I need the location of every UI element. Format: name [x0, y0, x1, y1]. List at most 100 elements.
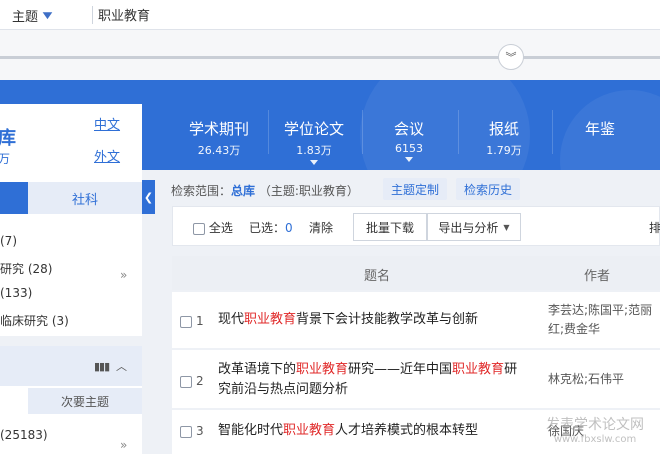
search-scope: 检索范围：总库 （主题:职业教育）	[171, 182, 359, 199]
result-title-link[interactable]: 改革语境下的职业教育研究——近年中国职业教育研究前沿与热点问题分析	[218, 360, 530, 400]
title-text: 背景下会计技能教学改革与创新	[296, 312, 479, 327]
sidebar-collapse-button[interactable]: ❮	[142, 180, 155, 214]
tab-newspapers[interactable]: 报纸 1.79万	[464, 118, 544, 158]
row-number: 1	[196, 314, 204, 328]
title-highlight: 职业教育	[283, 423, 336, 438]
result-authors[interactable]: 李芸达;陈国平;范丽红;费金华	[548, 301, 660, 339]
row-number: 2	[196, 374, 204, 388]
export-analyze-label: 导出与分析	[438, 220, 499, 235]
search-field-label: 主题	[12, 10, 39, 25]
library-count: 万	[0, 152, 11, 166]
column-title[interactable]: 题名	[364, 265, 390, 284]
tab-count: 1.83万	[296, 144, 332, 157]
section-header[interactable]: ▮▮▮ ︿	[0, 346, 142, 386]
chevron-down-icon: ▼	[42, 10, 53, 21]
divider	[92, 6, 93, 24]
watermark: 发表学术论文网 www.fbxslw.com	[546, 414, 644, 445]
search-history-button[interactable]: 检索历史	[456, 178, 521, 200]
language-chinese-link[interactable]: 中文	[94, 114, 120, 133]
title-text: 研究——近年中国	[348, 362, 453, 377]
topic-facet-section: ▮▮▮ ︿ 次要主题 (25183) »	[0, 346, 142, 454]
title-highlight: 职业教育	[452, 362, 505, 377]
language-foreign-link[interactable]: 外文	[94, 146, 120, 165]
tab-academic-journals[interactable]: 学术期刊 26.43万	[178, 118, 260, 158]
secondary-topic-tab[interactable]: 次要主题	[28, 388, 142, 414]
row-checkbox[interactable]	[180, 316, 192, 328]
title-text: 人才培养模式的根本转型	[335, 423, 479, 438]
facet-item[interactable]: 研究 (28)	[0, 260, 52, 277]
watermark-url: www.fbxslw.com	[553, 434, 637, 445]
tab-divider	[458, 110, 459, 154]
tab-count: 26.43万	[197, 144, 241, 157]
selected-counter: 已选：0	[249, 219, 293, 236]
caret-down-icon	[310, 160, 318, 165]
row-number: 3	[196, 424, 204, 438]
table-row: 1 现代职业教育背景下会计技能教学改革与创新 李芸达;陈国平;范丽红;费金华	[172, 292, 660, 348]
tab-divider	[268, 110, 269, 154]
result-table-header: 题名 作者	[172, 256, 660, 290]
double-chevron-right-icon[interactable]: »	[120, 268, 127, 282]
tab-label: 学术期刊	[188, 120, 249, 138]
tab-count: 6153	[395, 142, 423, 155]
chevron-left-icon: ❮	[143, 190, 154, 204]
search-options-strip	[0, 30, 660, 80]
scope-library[interactable]: 总库	[231, 184, 255, 198]
result-title-link[interactable]: 智能化时代职业教育人才培养模式的根本转型	[218, 421, 530, 441]
topic-custom-button[interactable]: 主题定制	[383, 178, 448, 200]
result-authors[interactable]: 林克松;石伟平	[548, 370, 660, 389]
title-highlight: 职业教育	[296, 362, 349, 377]
row-checkbox[interactable]	[180, 376, 192, 388]
select-all[interactable]: 全选	[193, 219, 233, 236]
tab-yearbooks[interactable]: 年鉴	[562, 118, 638, 142]
select-all-label: 全选	[208, 221, 233, 235]
subject-tab-social-science[interactable]: 社科	[28, 182, 142, 214]
scope-prefix: 检索范围：	[171, 184, 232, 198]
clear-selection-link[interactable]: 清除	[309, 219, 333, 236]
search-bar: 主题 ▼	[0, 0, 660, 30]
scope-condition: （主题:职业教育）	[258, 184, 359, 198]
title-text: 现代	[218, 312, 245, 327]
tab-label: 报纸	[488, 120, 519, 138]
result-toolbar: 全选 已选：0 清除 批量下载 导出与分析 ▼ 排	[172, 206, 660, 246]
title-highlight: 职业教育	[244, 312, 297, 327]
facet-item[interactable]: (25183)	[0, 428, 48, 442]
collapse-divider	[0, 56, 660, 59]
chevron-up-icon[interactable]: ︿	[116, 358, 127, 374]
library-title: 库	[0, 128, 16, 149]
batch-download-button[interactable]: 批量下载	[353, 213, 427, 241]
bar-chart-icon[interactable]: ▮▮▮	[94, 360, 110, 373]
library-card: 库 万 中文 外文 社科 (7) 研究 (28) » (133) 临床研究 (3…	[0, 104, 142, 336]
title-text: 改革语境下的	[218, 362, 297, 377]
watermark-title: 发表学术论文网	[546, 417, 644, 433]
tab-count: 1.79万	[486, 144, 522, 157]
selected-count: 0	[285, 221, 293, 235]
collapse-button[interactable]: ︾	[498, 44, 524, 70]
facet-item[interactable]: (7)	[0, 234, 17, 248]
tab-conferences[interactable]: 会议 6153	[368, 118, 450, 162]
sort-label[interactable]: 排	[649, 219, 660, 236]
tab-dissertations[interactable]: 学位论文 1.83万	[272, 118, 356, 165]
export-analyze-button[interactable]: 导出与分析 ▼	[427, 213, 521, 241]
facet-item[interactable]: (133)	[0, 286, 32, 300]
caret-down-icon: ▼	[503, 222, 510, 232]
tab-label: 年鉴	[584, 120, 615, 138]
caret-down-icon	[405, 157, 413, 162]
title-text: 智能化时代	[218, 423, 284, 438]
column-author[interactable]: 作者	[584, 265, 610, 284]
double-chevron-right-icon[interactable]: »	[120, 438, 127, 452]
tab-label: 学位论文	[283, 120, 344, 138]
tab-divider	[552, 110, 553, 154]
facet-item[interactable]: 临床研究 (3)	[0, 312, 69, 329]
double-chevron-down-icon: ︾	[505, 50, 517, 64]
result-title-link[interactable]: 现代职业教育背景下会计技能教学改革与创新	[218, 310, 530, 330]
row-checkbox[interactable]	[180, 426, 192, 438]
search-input[interactable]	[98, 2, 638, 26]
subject-tabs: 社科	[0, 182, 142, 214]
selected-label: 已选：	[249, 221, 286, 235]
table-row: 2 改革语境下的职业教育研究——近年中国职业教育研究前沿与热点问题分析 林克松;…	[172, 350, 660, 408]
search-field-select[interactable]: 主题 ▼	[12, 6, 53, 25]
select-all-checkbox[interactable]	[193, 222, 205, 235]
subject-tab-active[interactable]	[0, 182, 28, 214]
tab-label: 会议	[393, 120, 424, 138]
tab-divider	[362, 110, 363, 154]
